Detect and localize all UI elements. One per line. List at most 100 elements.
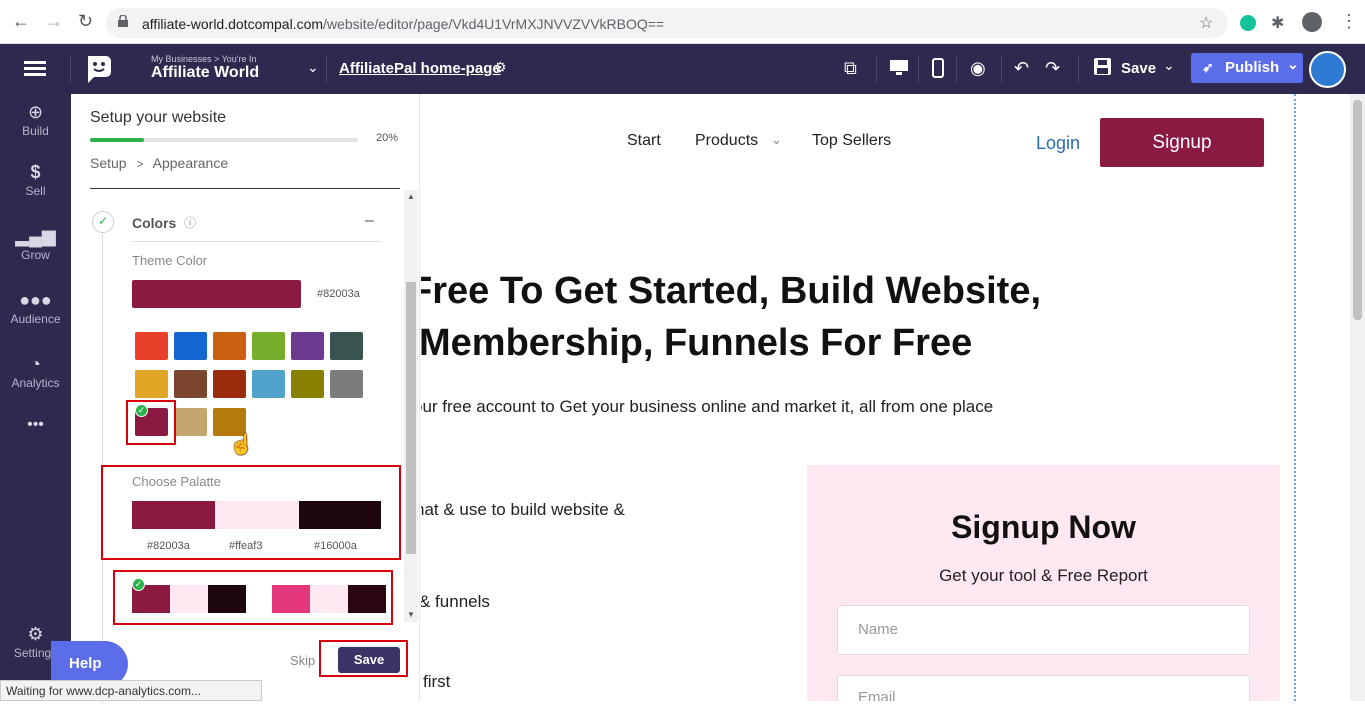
preview-eye-icon[interactable]: ◉ <box>970 58 986 79</box>
crumb-setup[interactable]: Setup <box>90 155 127 171</box>
left-navigation-rail: ⊕ Build $ Sell ▂▄▆ Grow ●●● Audience ◔ Analyt… <box>0 94 71 701</box>
setup-save-button[interactable]: Save <box>338 647 400 673</box>
collapse-icon[interactable]: – <box>365 212 374 230</box>
hero-subtitle: our free account to Get your business on… <box>421 397 994 416</box>
bar-chart-icon: ▂▄▆ <box>15 226 56 246</box>
rail-item-build[interactable]: ⊕ Build <box>0 102 71 138</box>
skip-link[interactable]: Skip <box>290 653 315 668</box>
layers-icon[interactable]: ⧉ <box>844 58 857 79</box>
canvas-scrollbar[interactable] <box>1350 94 1365 701</box>
undo-icon[interactable]: ↶ <box>1014 58 1029 79</box>
signup-form-card: Signup Now Get your tool & Free Report N… <box>807 465 1280 701</box>
palette-label: Choose Palatte <box>132 474 221 489</box>
hand-cursor-icon: ☝ <box>229 434 254 456</box>
site-nav-start[interactable]: Start <box>627 132 661 150</box>
gear-icon[interactable]: ⚙ <box>494 59 507 76</box>
palette-option-1[interactable] <box>132 585 246 613</box>
crumb-separator: > <box>136 157 144 171</box>
step-check-icon: ✓ <box>92 211 114 233</box>
theme-color-preview[interactable] <box>132 280 301 308</box>
rocket-icon: ➶ <box>1202 59 1214 75</box>
publish-button[interactable]: ➶ Publish ⌄ <box>1191 53 1303 83</box>
pie-icon: ◔ <box>30 354 41 374</box>
site-nav-top-sellers[interactable]: Top Sellers <box>812 132 891 150</box>
site-nav-products[interactable]: Products <box>695 132 758 150</box>
save-disk-icon[interactable] <box>1094 58 1111 75</box>
header-save-button[interactable]: Save <box>1121 60 1156 77</box>
name-input[interactable]: Name <box>837 605 1250 655</box>
color-swatch[interactable] <box>291 370 324 398</box>
color-swatch[interactable] <box>213 370 246 398</box>
setup-title: Setup your website <box>90 109 227 126</box>
crumb-appearance: Appearance <box>152 155 229 171</box>
redo-icon[interactable]: ↷ <box>1045 58 1060 79</box>
browser-toolbar: ← → ↻ affiliate-world.dotcompal.com/webs… <box>0 0 1365 44</box>
rail-item-grow[interactable]: ▂▄▆ Grow <box>0 226 71 262</box>
color-swatch[interactable] <box>135 332 168 360</box>
rail-item-analytics[interactable]: ◔ Analytics <box>0 354 71 390</box>
palette-color-2[interactable] <box>215 501 299 529</box>
canvas-scroll-thumb[interactable] <box>1353 100 1362 320</box>
feature-bullet-2: & funnels <box>421 592 490 611</box>
palette-color-3[interactable] <box>299 501 381 529</box>
rail-item-audience[interactable]: ●●● Audience <box>0 290 71 326</box>
star-icon[interactable]: ☆ <box>1199 13 1213 33</box>
feature-bullet-3: first <box>423 672 451 691</box>
forward-icon[interactable]: → <box>45 11 63 32</box>
grammarly-icon[interactable] <box>1240 15 1256 31</box>
hero-title-line-1: Free To Get Started, Build Website, <box>421 270 1042 312</box>
hero-title-line-2: Membership, Funnels For Free <box>421 322 973 364</box>
setup-progress-label: 20% <box>376 132 399 144</box>
palette-color-1[interactable] <box>132 501 215 529</box>
profile-icon[interactable] <box>1302 12 1322 32</box>
setup-progress-bar <box>90 138 358 142</box>
email-input[interactable]: Email <box>837 675 1250 701</box>
site-signup-button[interactable]: Signup <box>1100 118 1264 167</box>
address-bar[interactable]: affiliate-world.dotcompal.com/website/ed… <box>106 8 1228 38</box>
palette-option-2[interactable] <box>272 585 386 613</box>
signup-form-title: Signup Now <box>951 509 1136 545</box>
colors-section-title[interactable]: Colors <box>132 215 176 231</box>
business-breadcrumb: My Businesses > You're In <box>151 54 257 64</box>
highlight-selected-swatch <box>126 400 176 445</box>
editor-header: My Businesses > You're In Affiliate Worl… <box>0 44 1365 94</box>
hamburger-icon[interactable] <box>24 61 46 77</box>
palette-hex-2: #ffeaf3 <box>229 540 263 552</box>
menu-dots-icon[interactable]: ⋮ <box>1340 11 1358 32</box>
scroll-down-icon[interactable]: ▼ <box>407 610 415 619</box>
color-swatch[interactable] <box>213 332 246 360</box>
chevron-down-icon[interactable]: ⌄ <box>307 59 319 76</box>
rail-item-sell[interactable]: $ Sell <box>0 162 71 198</box>
reload-icon[interactable]: ↻ <box>78 11 93 32</box>
site-login-link[interactable]: Login <box>1036 133 1080 154</box>
rail-more-icon[interactable]: ••• <box>0 416 71 434</box>
color-swatch[interactable] <box>330 332 363 360</box>
desktop-icon[interactable] <box>890 60 908 76</box>
color-swatch[interactable] <box>330 370 363 398</box>
scroll-thumb[interactable] <box>406 282 416 554</box>
color-swatch[interactable] <box>135 370 168 398</box>
back-icon[interactable]: ← <box>12 11 30 32</box>
breadcrumb: Setup > Appearance <box>90 155 228 171</box>
info-icon[interactable]: ⓘ <box>184 214 196 231</box>
section-divider <box>132 241 382 242</box>
color-swatch[interactable] <box>174 370 207 398</box>
avatar[interactable] <box>1309 51 1346 88</box>
extensions-icon[interactable]: ✱ <box>1271 13 1284 33</box>
scroll-up-icon[interactable]: ▲ <box>407 192 415 201</box>
color-swatch[interactable] <box>252 370 285 398</box>
page-canvas: Start Products ⌄ Top Sellers Login Signu… <box>421 94 1365 701</box>
setup-panel: Setup your website 20% Setup > Appearanc… <box>51 94 420 704</box>
page-name-link[interactable]: AffiliatePal home-page <box>339 60 501 77</box>
publish-chevron-icon[interactable]: ⌄ <box>1287 56 1299 73</box>
color-swatch[interactable] <box>252 332 285 360</box>
save-chevron-icon[interactable]: ⌄ <box>1163 57 1175 74</box>
business-name[interactable]: Affiliate World <box>151 64 259 82</box>
mobile-icon[interactable] <box>932 58 944 78</box>
setup-progress-fill <box>90 138 144 142</box>
color-swatch[interactable] <box>174 332 207 360</box>
color-swatch[interactable] <box>174 408 207 436</box>
color-swatch[interactable] <box>291 332 324 360</box>
panel-scrollbar[interactable]: ▲ ▼ <box>404 190 418 622</box>
publish-label: Publish <box>1225 59 1280 76</box>
